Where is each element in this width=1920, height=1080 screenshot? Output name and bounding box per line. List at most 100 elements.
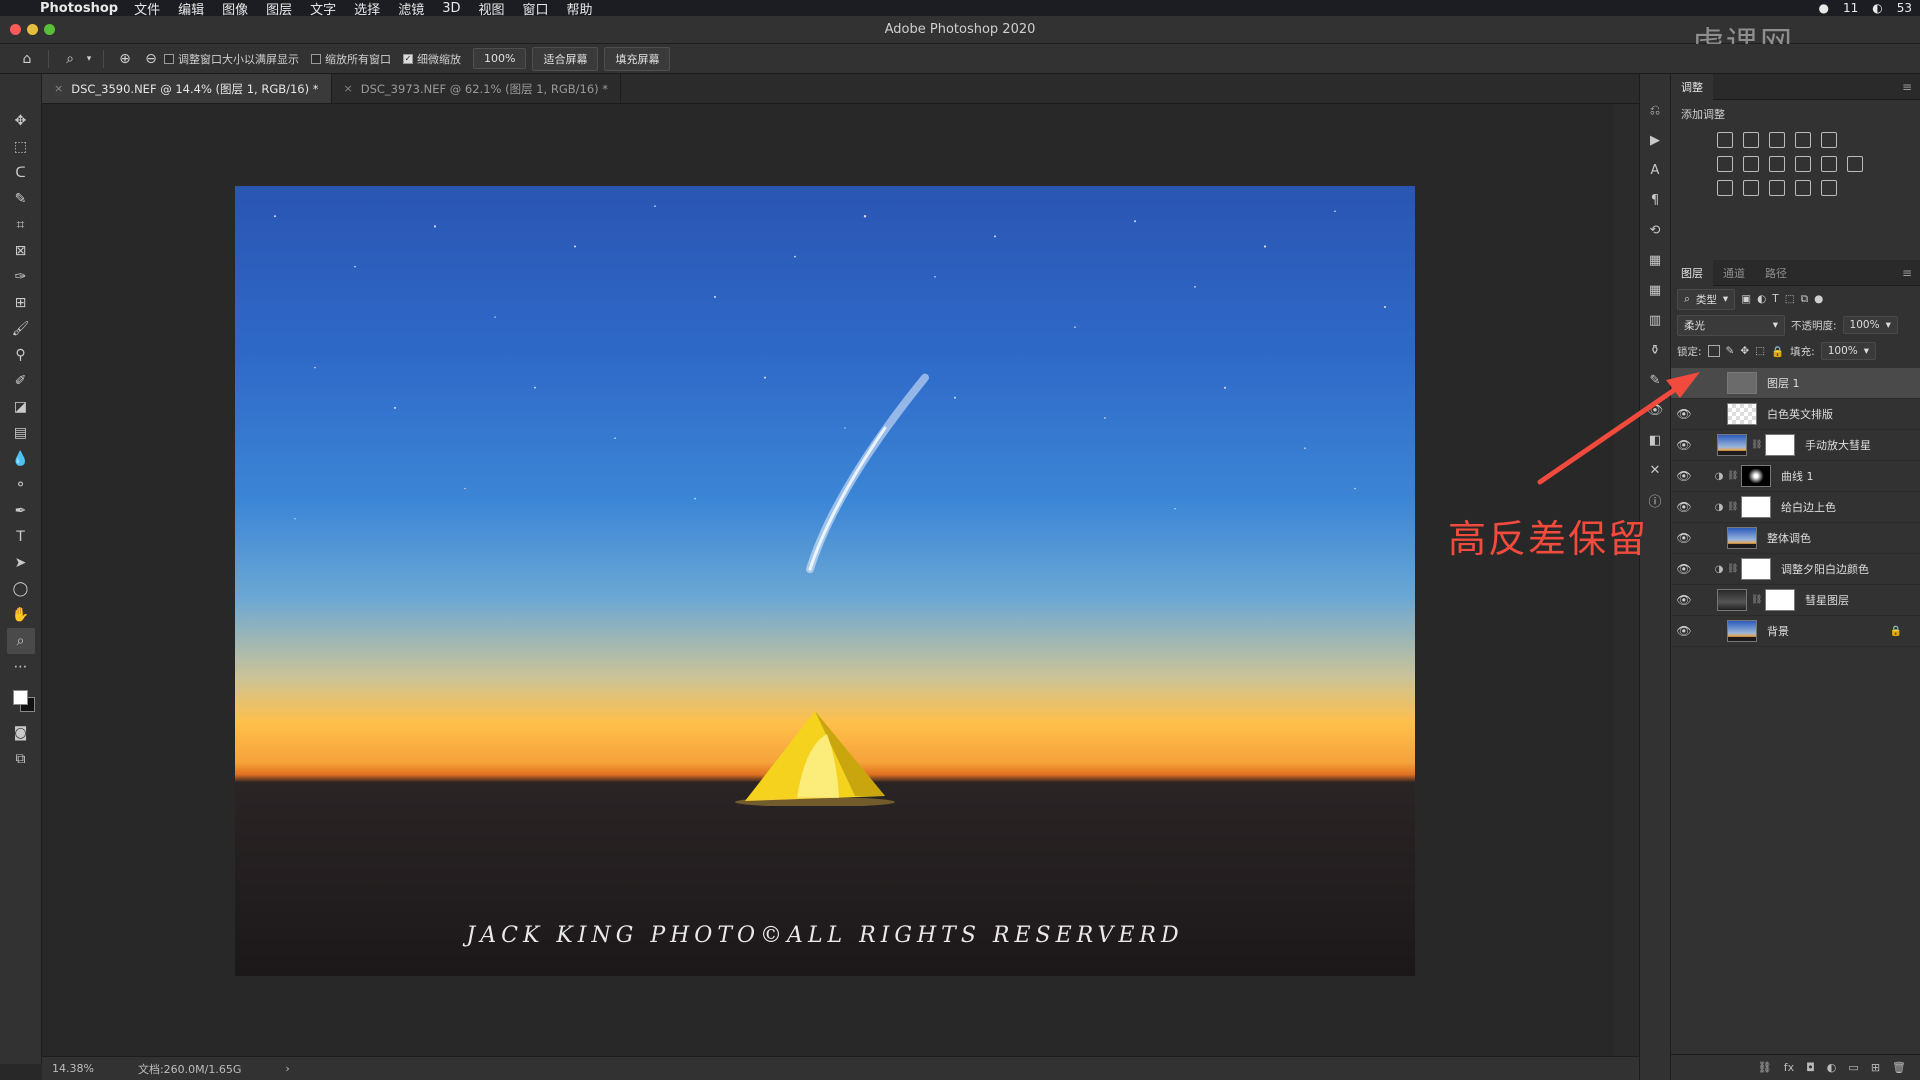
- fill-screen-button[interactable]: 填充屏幕: [604, 46, 671, 71]
- checkbox-box[interactable]: [164, 53, 174, 64]
- notification-icon[interactable]: ●: [1818, 1, 1828, 15]
- brightness-contrast-icon[interactable]: [1717, 132, 1733, 148]
- type-filter-icon[interactable]: T: [1772, 293, 1778, 305]
- canvas-area[interactable]: JACK KING PHOTO©ALL RIGHTS RESERVERD: [42, 104, 1614, 1056]
- lock-transparent-icon[interactable]: [1707, 345, 1720, 357]
- layers-comp-panel-icon[interactable]: ◧: [1643, 428, 1667, 452]
- eraser-tool-icon[interactable]: ◪: [7, 394, 35, 420]
- visibility-eye-icon[interactable]: 👁: [1671, 469, 1697, 483]
- healing-tool-icon[interactable]: ⊞: [7, 290, 35, 316]
- lock-position-icon[interactable]: ✥: [1740, 345, 1749, 357]
- checkbox-box[interactable]: [311, 53, 321, 64]
- resize-windows-checkbox[interactable]: 调整窗口大小以满屏显示: [164, 51, 299, 67]
- menu-edit[interactable]: 编辑: [178, 0, 204, 18]
- chevron-down-icon[interactable]: ▾: [83, 48, 95, 70]
- crop-tool-icon[interactable]: ⌗: [7, 212, 35, 238]
- checkbox-box-checked[interactable]: ✓: [403, 53, 413, 64]
- panel-menu-icon[interactable]: ≡: [1902, 80, 1920, 94]
- move-tool-icon[interactable]: ✥: [7, 108, 35, 134]
- close-panel-icon[interactable]: ✕: [1643, 458, 1667, 482]
- dodge-tool-icon[interactable]: ⚬: [7, 472, 35, 498]
- channel-mixer-icon[interactable]: [1821, 156, 1837, 172]
- posterize-icon[interactable]: [1743, 180, 1759, 196]
- menu-help[interactable]: 帮助: [567, 0, 593, 18]
- menu-image[interactable]: 图像: [222, 0, 248, 18]
- new-layer-icon[interactable]: ⊞: [1871, 1061, 1880, 1074]
- gradients-panel-icon[interactable]: ▥: [1643, 308, 1667, 332]
- blend-mode-select[interactable]: 柔光 ▾: [1677, 314, 1785, 336]
- link-icon[interactable]: ⛓: [1751, 440, 1762, 450]
- doc-tab-active[interactable]: × DSC_3590.NEF @ 14.4% (图层 1, RGB/16) *: [42, 74, 332, 103]
- foreground-color-swatch[interactable]: [12, 690, 28, 705]
- menu-window[interactable]: 窗口: [523, 0, 549, 18]
- layer-row[interactable]: 👁 ◑ ⛓ 调整夕阳白边颜色: [1671, 554, 1920, 585]
- visibility-eye-icon[interactable]: 👁: [1671, 593, 1697, 607]
- clone-stamp-tool-icon[interactable]: ⚲: [7, 342, 35, 368]
- link-icon[interactable]: ⛓: [1751, 595, 1762, 605]
- history-panel-icon[interactable]: ⎌: [1643, 98, 1667, 122]
- layer-row[interactable]: 👁 ◑ ⛓ 给白边上色: [1671, 492, 1920, 523]
- close-tab-icon[interactable]: ×: [54, 82, 63, 95]
- blur-tool-icon[interactable]: 💧: [7, 446, 35, 472]
- scrubby-zoom-checkbox[interactable]: ✓ 细微缩放: [403, 51, 461, 67]
- visibility-eye-icon[interactable]: 👁: [1671, 531, 1697, 545]
- menu-app-name[interactable]: Photoshop: [40, 1, 118, 16]
- menu-filter[interactable]: 滤镜: [398, 0, 424, 18]
- wechat-icon[interactable]: ◐: [1872, 1, 1882, 15]
- actions-panel-icon[interactable]: ▶: [1643, 128, 1667, 152]
- threshold-icon[interactable]: [1769, 180, 1785, 196]
- quick-mask-icon[interactable]: ◙: [7, 720, 35, 746]
- tab-adjustments[interactable]: 调整: [1671, 73, 1713, 100]
- menu-select[interactable]: 选择: [354, 0, 380, 18]
- smart-object-filter-icon[interactable]: ⧉: [1801, 293, 1809, 306]
- lock-all-icon[interactable]: 🔒: [1771, 345, 1784, 358]
- menu-layer[interactable]: 图层: [266, 0, 292, 18]
- vibrance-icon[interactable]: [1821, 132, 1837, 148]
- link-icon[interactable]: ⛓: [1727, 564, 1738, 574]
- photo-filter-icon[interactable]: [1795, 156, 1811, 172]
- layer-row[interactable]: 👁 ⛓ 彗星图层: [1671, 585, 1920, 616]
- paragraph-panel-icon[interactable]: ¶: [1643, 188, 1667, 212]
- color-swatches[interactable]: [7, 686, 35, 720]
- layer-row[interactable]: 👁 背景 🔒: [1671, 616, 1920, 647]
- layer-mask-thumbnail[interactable]: [1741, 465, 1771, 487]
- zoom-tool-icon[interactable]: ⌕: [6, 628, 35, 654]
- lasso-tool-icon[interactable]: ᑕ: [7, 160, 35, 186]
- visibility-eye-icon[interactable]: 👁: [1671, 624, 1697, 638]
- marquee-tool-icon[interactable]: ⬚: [7, 134, 35, 160]
- zoom-in-icon[interactable]: ⊕: [112, 48, 138, 70]
- tab-channels[interactable]: 通道: [1713, 260, 1755, 286]
- canvas-scroll-gutter[interactable]: [1614, 104, 1639, 1056]
- exposure-icon[interactable]: [1795, 132, 1811, 148]
- menu-type[interactable]: 文字: [310, 0, 336, 18]
- shape-filter-icon[interactable]: ⬚: [1785, 293, 1795, 305]
- link-icon[interactable]: ⛓: [1727, 502, 1738, 512]
- pixel-filter-icon[interactable]: ▣: [1741, 293, 1751, 305]
- fit-screen-button[interactable]: 适合屏幕: [532, 46, 599, 71]
- fill-field[interactable]: 100% ▾: [1820, 342, 1877, 360]
- new-adjustment-icon[interactable]: ◐: [1827, 1061, 1837, 1074]
- brush-tool-icon[interactable]: 🖌: [7, 316, 35, 342]
- layer-row[interactable]: 👁 ◑ ⛓ 曲线 1: [1671, 461, 1920, 492]
- hand-tool-icon[interactable]: ✋: [7, 602, 35, 628]
- libraries-panel-icon[interactable]: ✎: [1643, 368, 1667, 392]
- selective-color-icon[interactable]: [1795, 180, 1811, 196]
- layer-row[interactable]: 图层 1: [1671, 368, 1920, 399]
- tab-layers[interactable]: 图层: [1671, 259, 1713, 286]
- document-image[interactable]: JACK KING PHOTO©ALL RIGHTS RESERVERD: [235, 186, 1415, 976]
- ellipse-tool-icon[interactable]: ◯: [7, 576, 35, 602]
- black-white-icon[interactable]: [1769, 156, 1785, 172]
- layer-kind-filter[interactable]: ⌕ 类型 ▾: [1677, 288, 1736, 310]
- screen-mode-icon[interactable]: ⧉: [7, 746, 35, 772]
- home-icon[interactable]: ⌂: [14, 48, 40, 70]
- zoom-100-button[interactable]: 100%: [473, 48, 527, 69]
- pen-tool-icon[interactable]: ✒: [7, 498, 35, 524]
- frame-tool-icon[interactable]: ⊠: [7, 238, 35, 264]
- eyedropper-tool-icon[interactable]: ✑: [7, 264, 35, 290]
- doc-tab[interactable]: × DSC_3973.NEF @ 62.1% (图层 1, RGB/16) *: [332, 74, 622, 103]
- levels-icon[interactable]: [1743, 132, 1759, 148]
- history-brush-tool-icon[interactable]: ✐: [7, 368, 35, 394]
- adjustment-filter-icon[interactable]: ◐: [1757, 293, 1766, 305]
- lock-artboard-icon[interactable]: ⬚: [1755, 345, 1765, 357]
- link-icon[interactable]: ⛓: [1727, 471, 1738, 481]
